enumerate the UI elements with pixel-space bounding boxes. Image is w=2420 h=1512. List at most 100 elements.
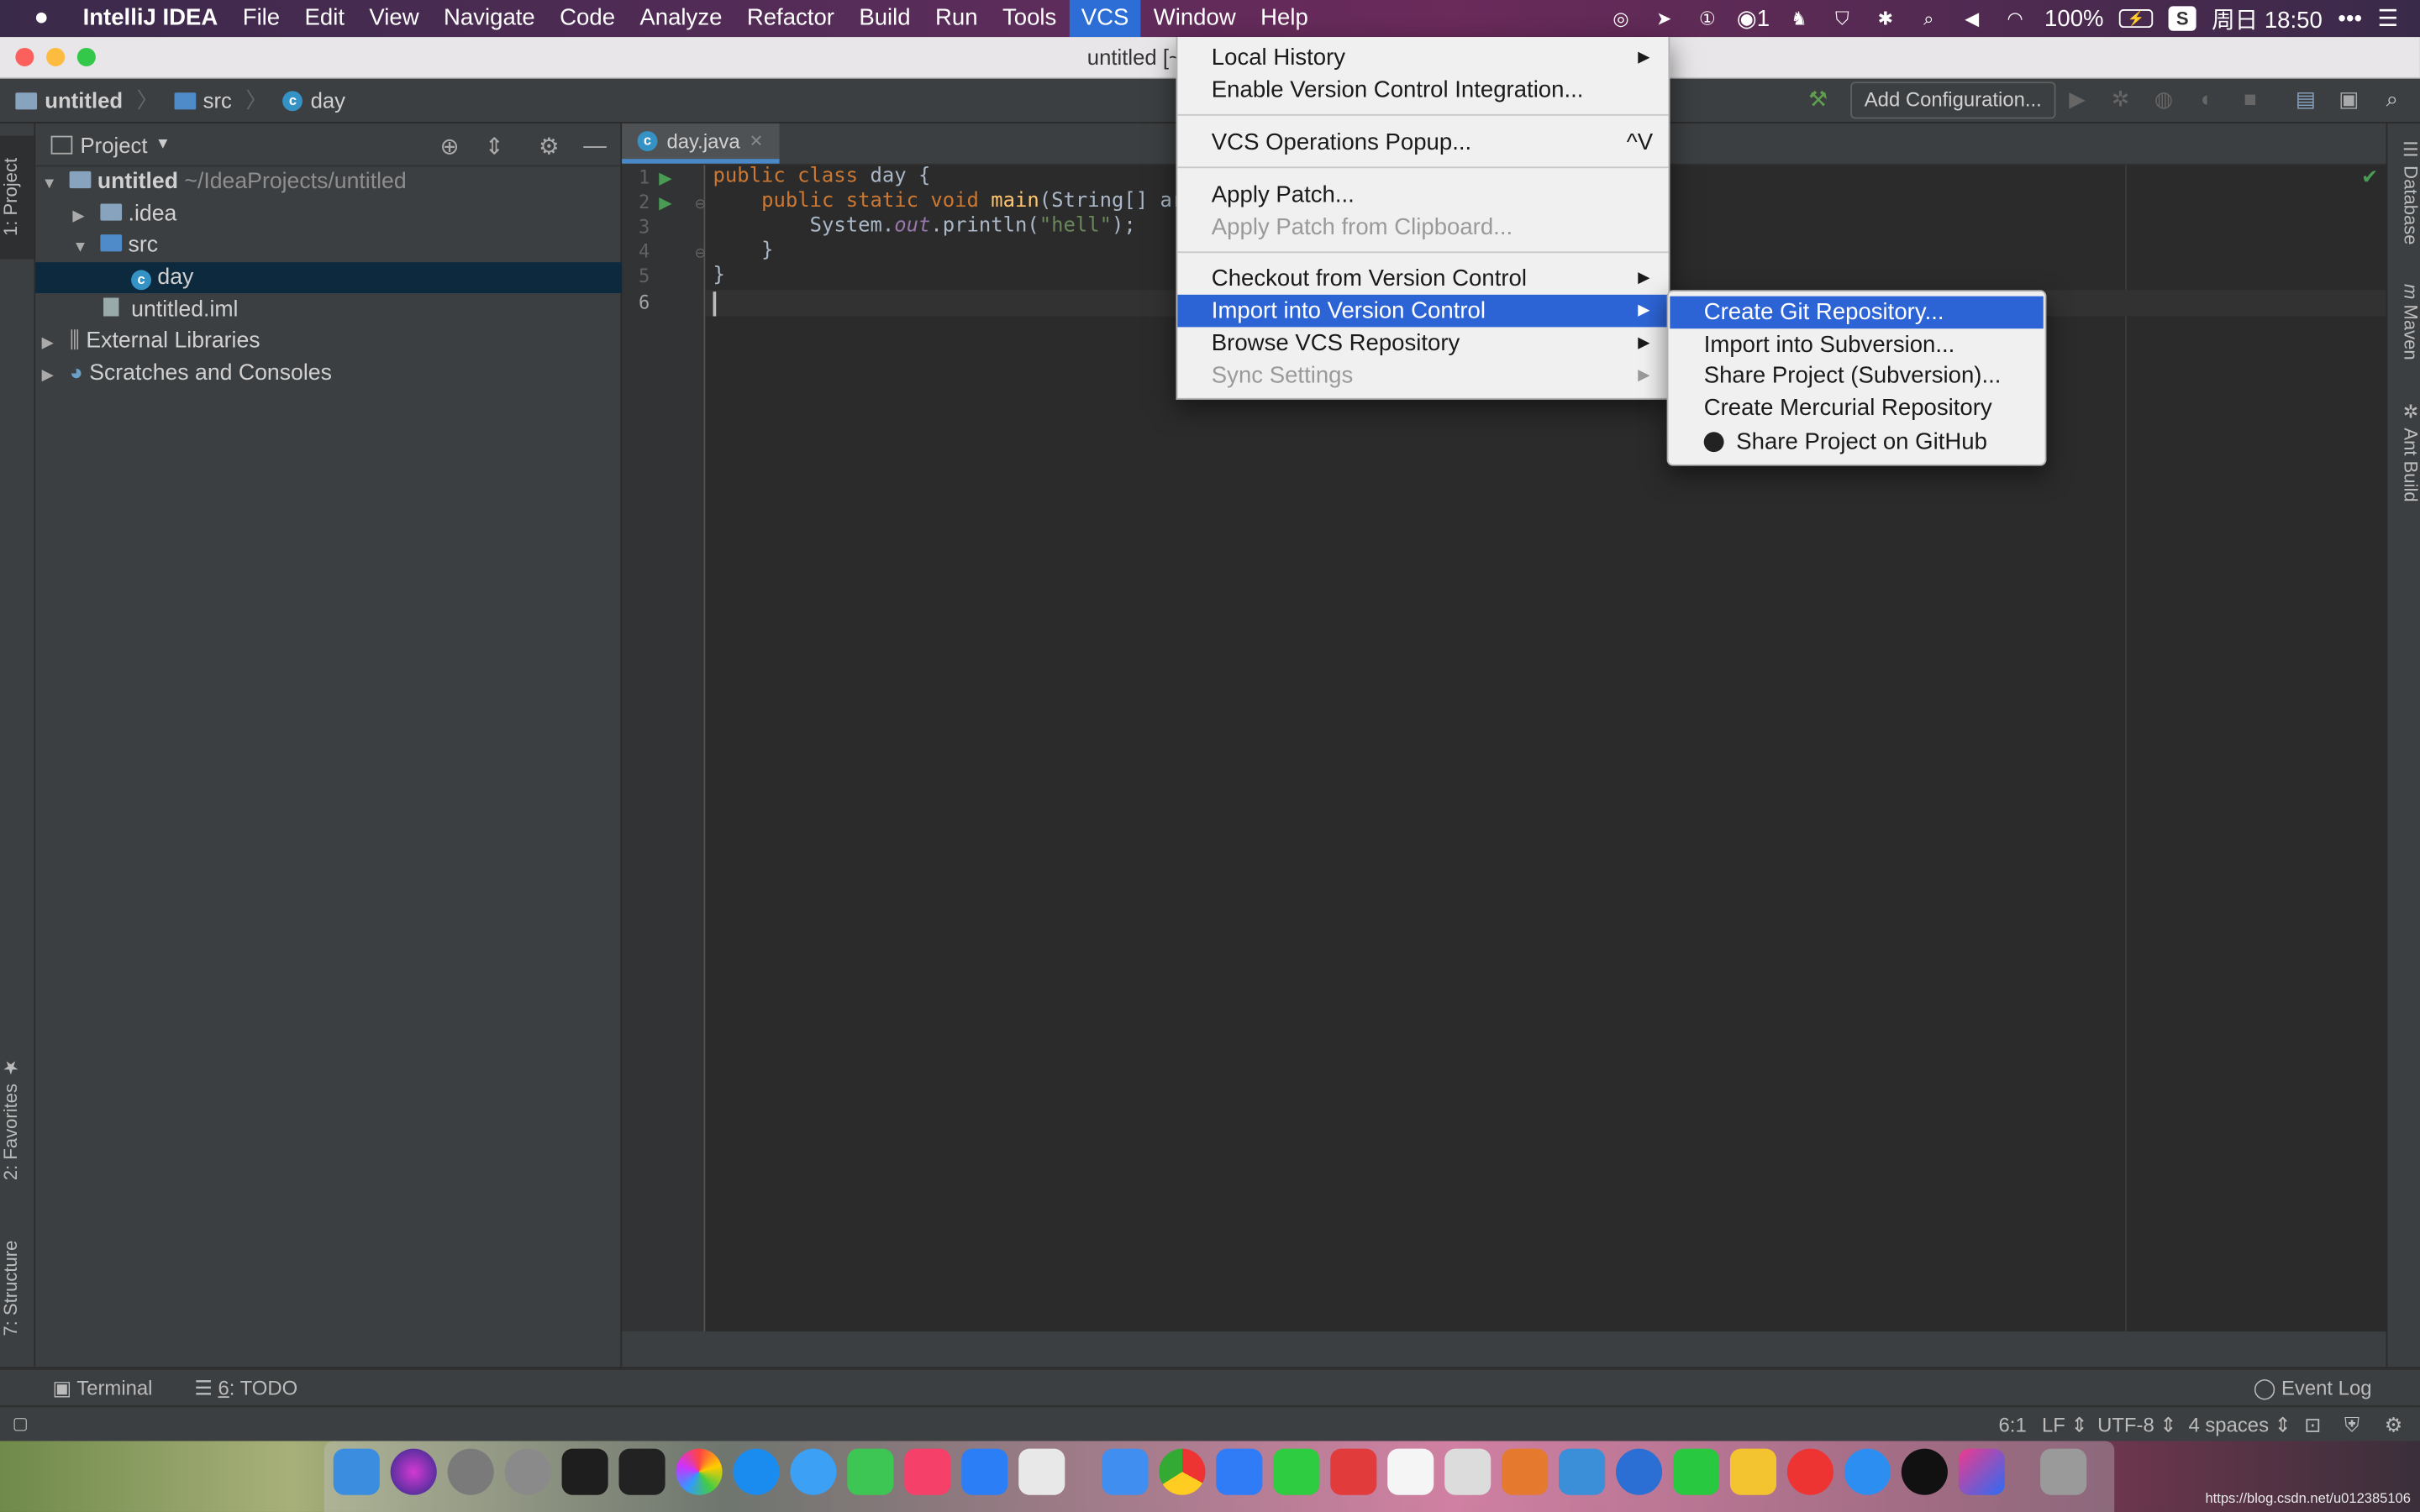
search-icon[interactable]: ⌕ bbox=[1915, 6, 1943, 30]
menu-item-create-git-repo[interactable]: Create Git Repository... bbox=[1670, 296, 2044, 329]
swift-playgrounds-icon[interactable] bbox=[1502, 1448, 1549, 1495]
menu-item-import-subversion[interactable]: Import into Subversion... bbox=[1670, 328, 2043, 361]
close-window-icon[interactable] bbox=[15, 47, 34, 66]
stop-icon[interactable]: ■ bbox=[2238, 87, 2262, 111]
fold-icon[interactable]: ⊖ bbox=[695, 196, 707, 213]
more-icon[interactable]: ••• bbox=[2338, 5, 2362, 31]
menu-item-share-subversion[interactable]: Share Project (Subversion)... bbox=[1670, 360, 2043, 392]
music-icon[interactable] bbox=[904, 1448, 951, 1495]
tab-todo[interactable]: ☰ 6: TODO bbox=[194, 1376, 297, 1400]
menu-item-enable-vcs[interactable]: Enable Version Control Integration... bbox=[1177, 74, 1668, 107]
tree-node-scratches[interactable]: ▶ ◕ Scratches and Consoles bbox=[35, 358, 626, 389]
zoom-window-icon[interactable] bbox=[76, 47, 96, 66]
pencil-app-icon[interactable] bbox=[1102, 1448, 1149, 1495]
wechat-tray-icon[interactable]: ◎ bbox=[1607, 6, 1634, 30]
baidu-netdisk-icon[interactable] bbox=[1216, 1448, 1263, 1495]
collapsed-arrow-icon[interactable]: ▶ bbox=[42, 361, 64, 392]
bluetooth-icon[interactable]: ✱ bbox=[1871, 6, 1899, 30]
debug-icon[interactable]: ✲ bbox=[2108, 87, 2133, 111]
menu-refactor[interactable]: Refactor bbox=[734, 0, 847, 37]
app-store-icon[interactable] bbox=[733, 1448, 780, 1495]
locate-icon[interactable]: ⊕ bbox=[439, 133, 459, 160]
tree-node-src[interactable]: ▼ src bbox=[35, 230, 657, 261]
trash-icon[interactable] bbox=[2040, 1448, 2087, 1495]
indent-selector[interactable]: 4 spaces ⇕ bbox=[2188, 1413, 2291, 1437]
tab-structure-tool[interactable]: 7: Structure bbox=[0, 1219, 34, 1357]
messages-icon[interactable] bbox=[790, 1448, 837, 1495]
menu-navigate[interactable]: Navigate bbox=[431, 0, 547, 37]
menu-app-name[interactable]: IntelliJ IDEA bbox=[71, 0, 230, 37]
shield-tray-icon[interactable]: ⛉ bbox=[1828, 6, 1856, 30]
menu-build[interactable]: Build bbox=[847, 0, 923, 37]
menu-help[interactable]: Help bbox=[1248, 0, 1320, 37]
paper-plane-tray-icon[interactable]: ➤ bbox=[1650, 6, 1678, 30]
facetime-icon[interactable] bbox=[847, 1448, 894, 1495]
speedtest-icon[interactable] bbox=[1444, 1448, 1491, 1495]
apple-menu-icon[interactable]: ● bbox=[0, 0, 71, 37]
chess-icon[interactable] bbox=[1018, 1448, 1065, 1495]
menu-item-create-mercurial[interactable]: Create Mercurial Repository bbox=[1670, 392, 2043, 425]
menu-item-import-into-vcs[interactable]: Import into Version Control ▶ bbox=[1177, 294, 1669, 328]
menu-window[interactable]: Window bbox=[1141, 0, 1248, 37]
input-method-icon[interactable]: S bbox=[2168, 6, 2196, 31]
menu-item-vcs-operations-popup[interactable]: VCS Operations Popup... ^V bbox=[1177, 127, 1668, 160]
network-app-icon[interactable] bbox=[1559, 1448, 1606, 1495]
menu-tools[interactable]: Tools bbox=[990, 0, 1069, 37]
wechat-icon[interactable] bbox=[1273, 1448, 1320, 1495]
project-view-dropdown[interactable]: Project ▼ bbox=[50, 132, 171, 156]
run-icon[interactable]: ▶ bbox=[2065, 87, 2090, 111]
tree-node-untitled[interactable]: ▼ untitled ~/IdeaProjects/untitled bbox=[35, 166, 626, 197]
no-problems-check-icon[interactable]: ✔ bbox=[2361, 165, 2378, 190]
system-preferences-icon[interactable] bbox=[504, 1448, 551, 1495]
menu-file[interactable]: File bbox=[230, 0, 292, 37]
tree-node-iml[interactable]: untitled.iml bbox=[35, 295, 688, 326]
minimize-window-icon[interactable] bbox=[46, 47, 66, 66]
event-log-button[interactable]: ◯ Event Log bbox=[2254, 1376, 2372, 1400]
tab-project-tool[interactable]: 1: Project bbox=[0, 135, 34, 260]
menu-item-browse-vcs[interactable]: Browse VCS Repository ▶ bbox=[1177, 327, 1668, 360]
menu-edit[interactable]: Edit bbox=[292, 0, 357, 37]
menu-item-local-history[interactable]: Local History ▶ bbox=[1177, 42, 1668, 75]
tree-node-day[interactable]: c day bbox=[35, 262, 717, 293]
iqiyi-icon[interactable] bbox=[1672, 1448, 1720, 1495]
wifi-icon[interactable]: ◠ bbox=[2002, 6, 2029, 30]
build-hammer-icon[interactable]: ⚒ bbox=[1806, 87, 1830, 111]
safari-icon[interactable] bbox=[1844, 1448, 1891, 1495]
finder-icon[interactable] bbox=[333, 1448, 380, 1495]
add-configuration-button[interactable]: Add Configuration... bbox=[1850, 81, 2056, 119]
clock[interactable]: 周日 18:50 bbox=[2212, 3, 2323, 35]
memory-indicator-icon[interactable]: ⚙ bbox=[2385, 1413, 2402, 1437]
photos-icon[interactable] bbox=[676, 1448, 723, 1495]
run-main-gutter-icon[interactable]: ▶ bbox=[659, 193, 672, 213]
expanded-arrow-icon[interactable]: ▼ bbox=[42, 170, 64, 201]
editor-horizontal-scroll-area[interactable] bbox=[622, 1331, 2386, 1368]
notification-center-icon[interactable]: ☰ bbox=[2378, 5, 2399, 32]
tab-database-tool[interactable]: ☰ Database bbox=[2391, 139, 2420, 244]
intellij-idea-icon[interactable] bbox=[1958, 1448, 2005, 1495]
battery-icon[interactable]: ⚡ bbox=[2118, 9, 2154, 29]
tree-node-idea[interactable]: ▶ .idea bbox=[35, 199, 657, 230]
fold-icon[interactable]: ⊖ bbox=[695, 245, 707, 262]
notification-tray-icon[interactable]: ◉1 bbox=[1737, 5, 1770, 32]
menu-code[interactable]: Code bbox=[547, 0, 627, 37]
menu-item-checkout[interactable]: Checkout from Version Control ▶ bbox=[1177, 262, 1668, 295]
editor-tab-day-java[interactable]: c day.java ✕ bbox=[622, 123, 779, 164]
profile-icon[interactable]: ◐ bbox=[2195, 87, 2219, 111]
qq-icon[interactable] bbox=[1901, 1448, 1948, 1495]
toggle-tool-windows-icon[interactable]: ▢ bbox=[13, 1413, 29, 1433]
toggle-window-icon[interactable]: ▣ bbox=[2337, 87, 2361, 111]
coverage-icon[interactable]: ◍ bbox=[2151, 87, 2175, 111]
collapsed-arrow-icon[interactable]: ▶ bbox=[72, 202, 94, 234]
tab-terminal[interactable]: ▣ Terminal bbox=[52, 1376, 152, 1400]
project-structure-icon[interactable]: ▤ bbox=[2293, 87, 2317, 111]
line-separator-selector[interactable]: LF ⇕ bbox=[2042, 1413, 2088, 1437]
siri-icon[interactable] bbox=[390, 1448, 437, 1495]
volume-icon[interactable]: ◀ bbox=[1958, 6, 1986, 30]
chrome-icon[interactable] bbox=[1159, 1448, 1206, 1495]
menu-item-apply-patch[interactable]: Apply Patch... bbox=[1177, 179, 1668, 212]
caret-position[interactable]: 6:1 bbox=[1999, 1413, 2027, 1436]
encoding-selector[interactable]: UTF-8 ⇕ bbox=[2097, 1413, 2176, 1437]
breadcrumb-day[interactable]: c day bbox=[282, 88, 345, 113]
netease-music-icon[interactable] bbox=[1786, 1448, 1833, 1495]
menu-view[interactable]: View bbox=[357, 0, 432, 37]
